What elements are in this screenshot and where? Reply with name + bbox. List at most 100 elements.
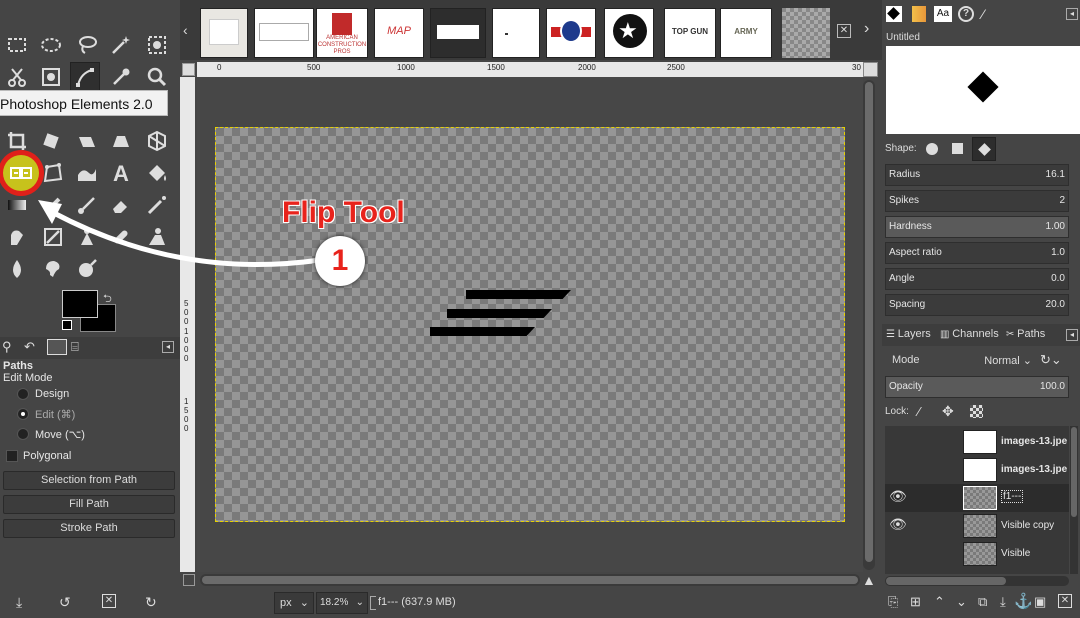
image-thumb[interactable]: [546, 8, 596, 58]
ellipse-select-icon[interactable]: [36, 30, 66, 60]
swap-colors-icon[interactable]: ⮌: [103, 290, 112, 309]
image-thumb[interactable]: [430, 8, 486, 58]
layers-vscroll[interactable]: [1070, 426, 1078, 574]
navigate-icon[interactable]: [863, 62, 878, 77]
save-options-icon[interactable]: ⤓: [16, 594, 22, 611]
lock-pixels-icon[interactable]: ⁄: [918, 404, 920, 419]
select-by-color-icon[interactable]: [142, 30, 172, 60]
zoom-corner-icon[interactable]: [183, 574, 195, 586]
shape-diamond-icon[interactable]: [972, 137, 996, 161]
ink-icon[interactable]: [2, 222, 32, 252]
bucket-fill-icon[interactable]: [142, 158, 172, 188]
restore-options-icon[interactable]: ↺: [59, 594, 71, 611]
mode-edit-radio[interactable]: [17, 408, 29, 420]
visibility-eye-icon[interactable]: 👁: [889, 516, 907, 533]
strip-prev-icon[interactable]: ‹: [183, 22, 188, 38]
layer-row[interactable]: Visible: [885, 540, 1069, 568]
flip-tool-icon[interactable]: [6, 158, 36, 188]
image-thumb[interactable]: [782, 8, 830, 58]
mode-reset-icon[interactable]: ↻⌄: [1040, 352, 1062, 368]
layers-menu-icon[interactable]: ◂: [1066, 329, 1078, 341]
scissors-icon[interactable]: [2, 62, 32, 92]
image-thumb[interactable]: AMERICAN CONSTRUCTION PROS: [316, 8, 368, 58]
polygonal-checkbox[interactable]: [6, 450, 18, 462]
layer-row[interactable]: images-13.jpe: [885, 428, 1069, 456]
patterns-tab-icon[interactable]: [912, 6, 926, 22]
vertical-scrollbar[interactable]: [863, 80, 875, 570]
stroke-path-button[interactable]: Stroke Path: [3, 519, 175, 538]
new-layer-group-icon[interactable]: ⊞: [910, 594, 921, 610]
paths-tool-icon[interactable]: [70, 62, 100, 92]
rotate-icon[interactable]: [36, 126, 66, 156]
tool-options-tab-icon[interactable]: ⚲: [2, 339, 12, 355]
default-colors-icon[interactable]: [62, 320, 72, 330]
images-tab-icon[interactable]: [47, 339, 67, 355]
visibility-eye-icon[interactable]: 👁: [889, 488, 907, 505]
image-thumb[interactable]: [254, 8, 314, 58]
text-tool-icon[interactable]: A: [106, 158, 136, 188]
tab-paths[interactable]: ✂ Paths: [1006, 328, 1045, 340]
gradient-icon[interactable]: [2, 190, 32, 220]
lock-position-icon[interactable]: ✥: [942, 403, 954, 420]
fonts-tab-icon[interactable]: Aa: [934, 6, 952, 22]
zoom-select[interactable]: 18.2% ⌄: [316, 592, 368, 614]
lock-alpha-icon[interactable]: [970, 405, 983, 418]
horizontal-scrollbar[interactable]: [200, 574, 860, 586]
color-picker-icon[interactable]: [106, 62, 136, 92]
blur-icon[interactable]: [2, 254, 32, 284]
layer-row[interactable]: 👁 Visible copy: [885, 512, 1069, 540]
image-thumb[interactable]: MAP: [374, 8, 424, 58]
foreground-select-icon[interactable]: [36, 62, 66, 92]
image-thumb[interactable]: TOP GUN: [664, 8, 716, 58]
image-thumb[interactable]: [492, 8, 540, 58]
fill-path-button[interactable]: Fill Path: [3, 495, 175, 514]
layer-mask-icon[interactable]: ▣: [1034, 594, 1046, 610]
strip-next-icon[interactable]: ›: [864, 20, 869, 38]
layer-row-selected[interactable]: 👁 f1---: [885, 484, 1069, 512]
quick-mask-corner[interactable]: [182, 63, 195, 76]
close-image-icon[interactable]: ✕: [837, 24, 851, 38]
dock-menu-icon[interactable]: ◂: [162, 341, 174, 353]
raise-layer-icon[interactable]: ⌃: [934, 594, 945, 610]
image-canvas[interactable]: [215, 127, 845, 522]
cage-transform-icon[interactable]: [38, 158, 68, 188]
image-thumb[interactable]: [200, 8, 248, 58]
magic-wand-icon[interactable]: [106, 30, 136, 60]
angle-slider[interactable]: Angle 0.0: [885, 268, 1069, 290]
shape-square-icon[interactable]: [952, 143, 963, 154]
perspective-icon[interactable]: [106, 126, 136, 156]
delete-layer-icon[interactable]: ✕: [1058, 594, 1072, 608]
spacing-slider[interactable]: Spacing 20.0: [885, 294, 1069, 316]
zoom-icon[interactable]: [142, 62, 172, 92]
device-status-tab-icon[interactable]: ⌸: [71, 339, 79, 355]
mode-design-radio[interactable]: [17, 388, 29, 400]
selection-from-path-button[interactable]: Selection from Path: [3, 471, 175, 490]
layers-hscroll[interactable]: [885, 576, 1069, 586]
brushes-menu-icon[interactable]: ◂: [1066, 8, 1078, 20]
mode-select[interactable]: Normal ⌄: [972, 350, 1032, 372]
new-layer-icon[interactable]: ⎘: [888, 594, 898, 610]
help-tab-icon[interactable]: ?: [958, 6, 974, 22]
shear-icon[interactable]: [72, 126, 102, 156]
image-thumb[interactable]: ARMY: [720, 8, 772, 58]
lasso-icon[interactable]: [72, 30, 102, 60]
merge-down-icon[interactable]: ⤓: [1000, 594, 1006, 610]
paint-dynamics-tab-icon[interactable]: ⁄: [982, 6, 984, 22]
delete-options-icon[interactable]: ✕: [102, 594, 116, 608]
3d-transform-icon[interactable]: [142, 126, 172, 156]
mode-move-radio[interactable]: [17, 428, 29, 440]
reset-options-icon[interactable]: ↻: [145, 594, 157, 611]
aspect-ratio-slider[interactable]: Aspect ratio 1.0: [885, 242, 1069, 264]
radius-slider[interactable]: Radius 16.1: [885, 164, 1069, 186]
warp-transform-icon[interactable]: [72, 158, 102, 188]
shape-circle-icon[interactable]: [926, 143, 938, 155]
hardness-slider[interactable]: Hardness 1.00: [885, 216, 1069, 238]
image-thumb[interactable]: ★: [604, 8, 654, 58]
opacity-slider[interactable]: Opacity 100.0: [885, 376, 1069, 398]
lower-layer-icon[interactable]: ⌄: [956, 594, 967, 610]
anchor-layer-icon[interactable]: ⚓: [1014, 592, 1033, 610]
unit-select[interactable]: px ⌄: [274, 592, 314, 614]
spikes-slider[interactable]: Spikes 2: [885, 190, 1069, 212]
tab-layers[interactable]: ☰ Layers: [886, 328, 931, 340]
foreground-color-swatch[interactable]: [62, 290, 98, 318]
